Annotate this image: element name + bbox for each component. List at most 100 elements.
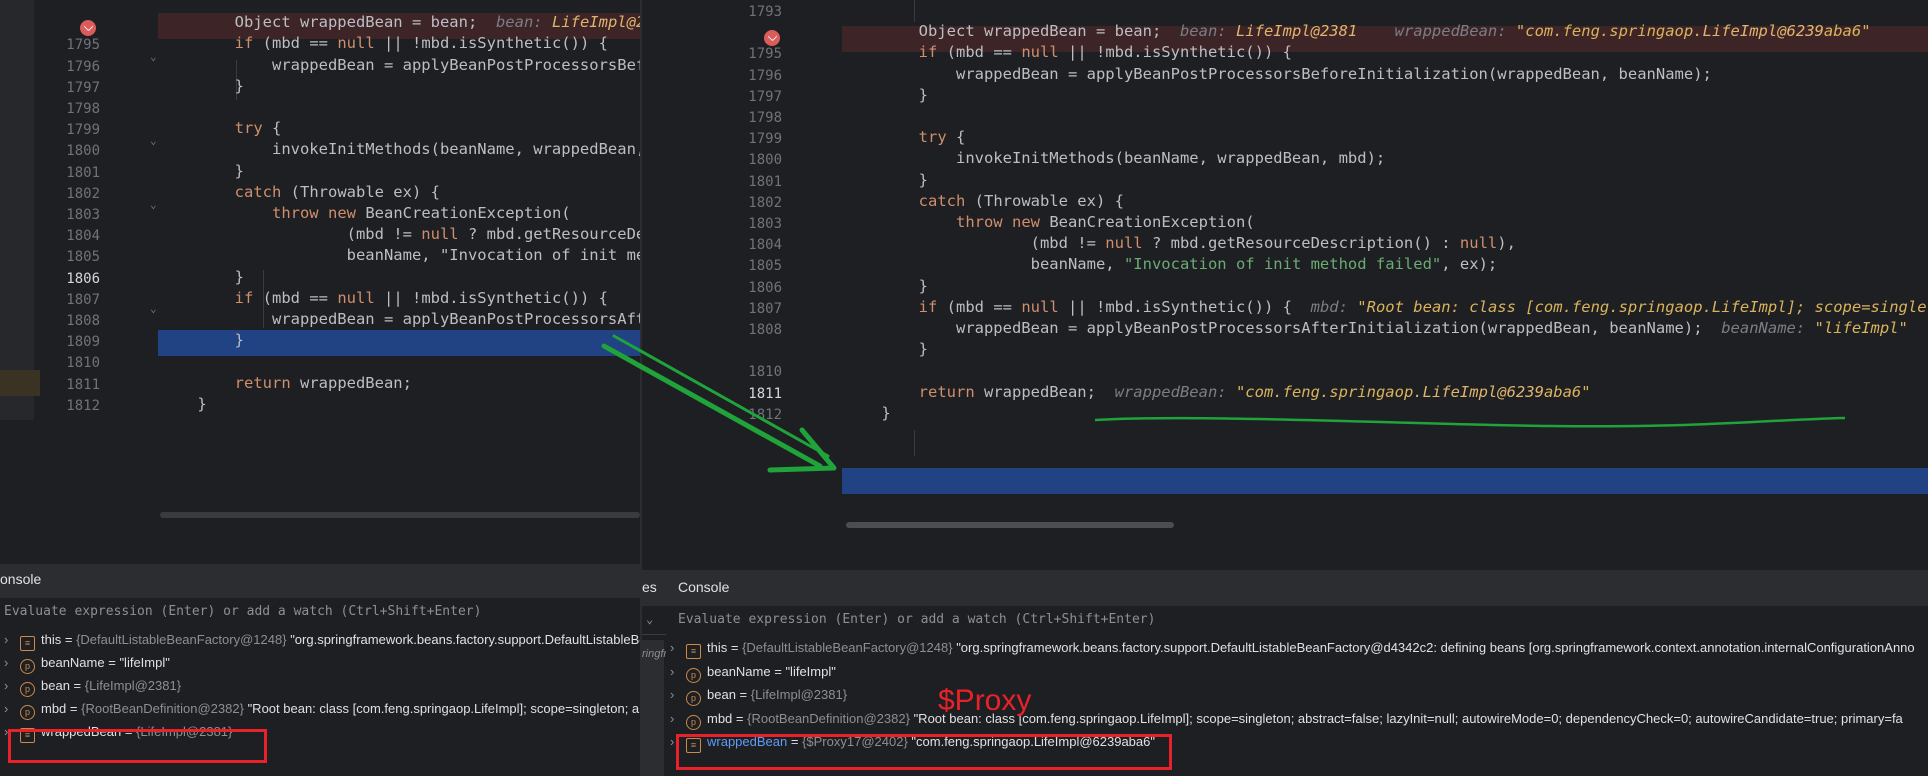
code-line[interactable]: wrappedBean = applyBeanPostProcessorsBef… [844,65,1712,83]
code-line[interactable]: try { [844,128,966,146]
fold-icon[interactable]: ⌄ [150,134,157,147]
breakpoint-icon[interactable] [764,30,780,46]
right-evaluate-bar[interactable]: ⌄ Evaluate expression (Enter) or add a w… [642,606,1928,635]
line-number[interactable]: 1805 [40,249,100,265]
code-line[interactable]: wrappedBean = applyBeanPostProcessorsAft… [160,310,640,328]
variable-bean[interactable]: › p bean = {LifeImpl@2381} [4,678,181,697]
chevron-down-icon[interactable]: ⌄ [646,612,653,626]
line-number[interactable]: 1795 [40,37,100,53]
code-line[interactable]: return wrappedBean; [160,374,412,392]
variable-mbd[interactable]: › p mbd = {RootBeanDefinition@2382} "Root … [670,711,1903,730]
line-number[interactable]: 1799 [40,122,100,138]
code-line[interactable]: } [160,77,244,95]
line-number[interactable]: 1797 [722,89,782,105]
line-number[interactable]: 1795 [722,46,782,62]
code-line[interactable]: if (mbd == null || !mbd.isSynthetic()) { [844,43,1292,61]
right-horizontal-scrollbar[interactable] [846,522,1174,528]
line-number[interactable]: 1806 [722,280,782,296]
variable-mbd[interactable]: › p mbd = {RootBeanDefinition@2382} "Root … [4,701,639,720]
code-line[interactable]: Object wrappedBean = bean; bean: LifeImp… [160,13,640,31]
code-line[interactable]: beanName, "Invocation of init method fai… [844,255,1498,273]
line-number[interactable]: 1798 [722,110,782,126]
line-number[interactable]: 1799 [722,131,782,147]
code-line[interactable]: if (mbd == null || !mbd.isSynthetic()) {… [844,298,1928,316]
code-line[interactable]: } [160,268,244,286]
code-line[interactable]: catch (Throwable ex) { [844,192,1124,210]
evaluate-expression-input[interactable]: Evaluate expression (Enter) or add a wat… [678,612,1155,627]
evaluate-expression-input[interactable]: Evaluate expression (Enter) or add a wat… [4,604,481,619]
fold-icon[interactable]: ⌄ [150,198,157,211]
variable-this[interactable]: › ≡ this = {DefaultListableBeanFactory@124… [4,632,640,651]
code-line[interactable]: } [844,171,928,189]
line-number[interactable]: 1809 [40,334,100,350]
breakpoint-icon[interactable] [80,20,96,36]
variable-this[interactable]: › ≡ this = {DefaultListableBeanFactory@124… [670,640,1915,659]
left-evaluate-bar[interactable]: Evaluate expression (Enter) or add a wat… [0,598,640,627]
code-line[interactable]: throw new BeanCreationException( [844,213,1255,231]
code-line[interactable]: } [844,277,928,295]
line-number[interactable]: 1800 [40,143,100,159]
line-number[interactable]: 1811 [722,386,782,402]
code-line[interactable]: Object wrappedBean = bean; bean: LifeImp… [844,22,1871,40]
line-number[interactable]: 1810 [40,355,100,371]
left-code-editor[interactable]: Object wrappedBean = bean; bean: LifeImp… [0,0,640,520]
code-line[interactable]: } [844,86,928,104]
line-number[interactable]: 1804 [40,228,100,244]
fold-icon[interactable]: ⌄ [150,302,157,315]
line-number[interactable]: 1793 [722,4,782,20]
line-number[interactable]: 1812 [40,398,100,414]
code-line[interactable]: (mbd != null ? mbd.getResourceDesc [160,225,640,243]
line-number[interactable]: 1806 [40,271,100,287]
code-line[interactable]: return wrappedBean; wrappedBean: "com.fe… [844,383,1591,401]
parameter-icon: p [686,714,701,730]
line-number[interactable]: 1812 [722,407,782,423]
line-number[interactable]: 1808 [722,322,782,338]
left-horizontal-scrollbar[interactable] [160,512,640,518]
line-number[interactable]: 1796 [722,68,782,84]
right-code-editor[interactable]: 1793 Object wrappedBean = bean; bean: Li… [642,0,1928,530]
fold-icon[interactable]: ⌄ [150,50,157,63]
line-number[interactable]: 1807 [722,301,782,317]
line-number[interactable]: 1802 [722,195,782,211]
line-number[interactable]: 1811 [40,377,100,393]
variable-beanName[interactable]: › p beanName = "lifeImpl" [4,655,170,674]
code-line[interactable]: } [844,404,890,422]
console-tab[interactable]: onsole [0,571,41,587]
frames-label: ringfr [642,648,668,660]
line-number[interactable]: 1801 [722,174,782,190]
code-line[interactable]: wrappedBean = applyBeanPostProcessorsBef… [160,56,640,74]
code-line[interactable]: try { [160,119,282,137]
code-line[interactable]: if (mbd == null || !mbd.isSynthetic()) { [160,289,608,307]
line-number[interactable]: 1801 [40,165,100,181]
line-number[interactable]: 1798 [40,101,100,117]
variable-bean[interactable]: › p bean = {LifeImpl@2381} [670,687,847,706]
code-line[interactable]: } [844,340,928,358]
code-line[interactable]: throw new BeanCreationException( [160,204,571,222]
code-line[interactable]: invokeInitMethods(beanName, wrappedBean,… [160,140,640,158]
line-number[interactable]: 1807 [40,292,100,308]
variable-beanName[interactable]: › p beanName = "lifeImpl" [670,664,836,683]
expand-chevron-icon: › [670,640,675,655]
code-line[interactable]: wrappedBean = applyBeanPostProcessorsAft… [844,319,1908,337]
code-line[interactable]: invokeInitMethods(beanName, wrappedBean,… [844,149,1385,167]
line-number[interactable]: 1800 [722,152,782,168]
code-line[interactable]: } [160,162,244,180]
line-number[interactable]: 1810 [722,364,782,380]
line-number[interactable]: 1804 [722,237,782,253]
tab-variables[interactable]: es [642,579,657,595]
inline-debug-value: bean: LifeImpl@2381 wrappedBean: "com.fe… [1179,22,1871,41]
line-number[interactable]: 1808 [40,313,100,329]
line-number[interactable]: 1803 [40,207,100,223]
code-line[interactable]: } [160,395,206,413]
line-number[interactable]: 1796 [40,59,100,75]
code-line[interactable]: beanName, "Invocation of init meth [160,246,640,264]
code-line[interactable]: catch (Throwable ex) { [160,183,440,201]
code-line[interactable]: if (mbd == null || !mbd.isSynthetic()) { [160,34,608,52]
line-number[interactable]: 1805 [722,258,782,274]
code-line[interactable]: } [160,331,244,349]
line-number[interactable]: 1802 [40,186,100,202]
line-number[interactable]: 1803 [722,216,782,232]
code-line[interactable]: (mbd != null ? mbd.getResourceDescriptio… [844,234,1516,252]
line-number[interactable]: 1797 [40,80,100,96]
tab-console[interactable]: Console [678,579,729,595]
